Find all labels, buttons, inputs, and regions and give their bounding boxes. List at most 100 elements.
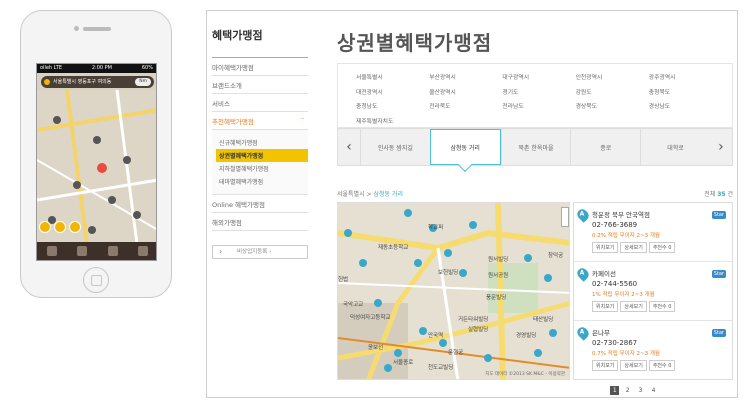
page-3[interactable]: 3: [636, 386, 645, 395]
map-label: 창덕궁: [548, 253, 564, 259]
list-item[interactable]: A 청운정 북부 안국역점 02-766-3689 0.2% 적립 무이자 2~…: [574, 203, 732, 262]
page-2[interactable]: 2: [623, 386, 632, 395]
map-label: 태산빌딩: [533, 317, 554, 323]
region-link[interactable]: 강원도: [576, 87, 649, 99]
breadcrumb-region[interactable]: 서울특별시: [337, 191, 365, 198]
location-pin-icon: [44, 79, 50, 85]
tab-daehakro[interactable]: 대학로: [640, 129, 710, 165]
location-button[interactable]: 위치보기: [592, 301, 619, 312]
breadcrumb: 서울특별시 > 삼청동 거리: [337, 189, 403, 198]
sidebar-sub-new[interactable]: 신규혜택가맹점: [216, 136, 308, 149]
store-actions: 위치보기 상세보기 추천수 0: [592, 360, 732, 371]
list-item[interactable]: A 은나무 02-730-2867 0.7% 적립 무이자 2~3 개월 Sta…: [574, 321, 732, 380]
chevron-left-icon[interactable]: ‹: [338, 129, 360, 165]
tab-samcheongdong[interactable]: 삼청동 거리: [429, 129, 501, 165]
phone-screen: olleh LTE 2:00 PM 60% 서울특별시 영등포구 여의동 Nm: [36, 63, 157, 261]
status-battery: 60%: [141, 65, 153, 71]
region-link[interactable]: 충청남도: [356, 101, 429, 113]
region-link[interactable]: 대전광역시: [356, 87, 429, 99]
region-link[interactable]: 대구광역시: [502, 72, 575, 84]
map-label: 보헌빌딩: [438, 270, 459, 276]
store-benefit: 1% 적립 무이자 2~3 개월: [592, 292, 655, 298]
store-benefit: 0.7% 적립 무이자 2~3 개월: [592, 351, 660, 357]
list-tab-icon[interactable]: [107, 246, 118, 256]
sidebar-sub-theme[interactable]: 테마별혜택가맹점: [216, 175, 308, 188]
zoom-out-icon[interactable]: [39, 221, 51, 233]
store-phone: 02-744-5560: [592, 280, 638, 288]
sidebar-item-service[interactable]: 서비스: [212, 94, 308, 112]
map-label: 국악고교: [343, 302, 364, 308]
store-phone: 02-766-3689: [592, 221, 638, 229]
region-link[interactable]: 광주광역시: [649, 72, 722, 84]
locate-icon[interactable]: [69, 221, 81, 233]
detail-button[interactable]: 상세보기: [620, 360, 647, 371]
tab-jongno[interactable]: 종로: [570, 129, 640, 165]
location-button[interactable]: 위치보기: [592, 242, 619, 253]
total-unit: 건: [727, 191, 733, 198]
map-label: 헌법: [338, 277, 349, 283]
map-label: 천도교빌딩: [428, 365, 454, 371]
map-label: 원서공원: [488, 273, 509, 279]
map-tab-icon[interactable]: [77, 246, 88, 256]
total-label: 전체: [704, 191, 716, 198]
region-link[interactable]: 서울특별시: [356, 72, 429, 84]
sidebar-item-overseas[interactable]: 해외가맹점: [212, 213, 308, 231]
map-label: 운현궁: [448, 350, 464, 356]
tab-bukchon[interactable]: 북촌 한옥마을: [500, 129, 571, 165]
sidebar-sub-district[interactable]: 상권별혜택가맹점: [216, 149, 308, 162]
sidebar-item-brand[interactable]: 브랜드소개: [212, 76, 308, 94]
home-button[interactable]: [83, 267, 109, 293]
region-link[interactable]: 제주특별자치도: [356, 116, 429, 128]
region-link[interactable]: 인천광역시: [576, 72, 649, 84]
page-title: 상권별혜택가맹점: [337, 31, 493, 55]
total-count: 전체 35 건: [704, 189, 733, 198]
breadcrumb-area: 삼청동 거리: [373, 191, 403, 198]
map-label: 재동초등학교: [378, 245, 409, 251]
region-link[interactable]: 전라북도: [429, 101, 502, 113]
speaker-grill: [83, 27, 111, 31]
sidebar-item-online[interactable]: Online 혜택가맹점: [212, 195, 308, 213]
location-button[interactable]: 위치보기: [592, 360, 619, 371]
map-zoom-control[interactable]: [561, 207, 569, 227]
detail-button[interactable]: 상세보기: [620, 242, 647, 253]
recommend-button[interactable]: 추천수 0: [648, 242, 676, 253]
store-phone: 02-730-2867: [592, 339, 638, 347]
list-item[interactable]: A 카페이선 02-744-5560 1% 적립 무이자 2~3 개월 Star…: [574, 262, 732, 321]
page-1[interactable]: 1: [610, 386, 620, 395]
map-label: 안국역: [428, 333, 444, 339]
marker-icon: A: [575, 266, 591, 282]
region-link[interactable]: 경상남도: [649, 101, 722, 113]
region-link[interactable]: 부산광역시: [429, 72, 502, 84]
home-tab-icon[interactable]: [47, 246, 58, 256]
marker-icon: A: [575, 207, 591, 223]
tab-insadong[interactable]: 인사동 쌈지길: [360, 129, 430, 165]
camera-icon: [74, 26, 79, 31]
phone-search-button[interactable]: Nm: [135, 78, 151, 86]
phone-search-bar[interactable]: 서울특별시 영등포구 여의동 Nm: [41, 76, 154, 88]
recommend-button[interactable]: 추천수 0: [648, 301, 676, 312]
map-label: 경영빌딩: [516, 333, 537, 339]
store-map[interactable]: 학교퍼 재동초등학교 원서빌딩 창덕궁 원서공원 보헌빌딩 헌법 풍문빌딩 거든…: [337, 202, 570, 380]
sidebar-register-box[interactable]: 비상업지등록 ›: [212, 245, 308, 259]
zoom-in-icon[interactable]: [54, 221, 66, 233]
sidebar-item-recommended[interactable]: 추천혜택가맹점: [212, 112, 308, 130]
region-link[interactable]: 전라남도: [502, 101, 575, 113]
region-link[interactable]: 충청북도: [649, 87, 722, 99]
store-benefit: 0.2% 적립 무이자 2~3 개월: [592, 233, 660, 239]
sidebar-item-my[interactable]: 마이혜택가맹점: [212, 58, 308, 76]
phone-tab-bar: [37, 242, 156, 260]
sidebar-sub-subway[interactable]: 지하철별혜택가맹점: [216, 162, 308, 175]
region-link[interactable]: 울산광역시: [429, 87, 502, 99]
region-link[interactable]: 경상북도: [576, 101, 649, 113]
screenshot-stage: olleh LTE 2:00 PM 60% 서울특별시 영등포구 여의동 Nm …: [0, 0, 747, 419]
status-time: 2:00 PM: [91, 65, 112, 71]
region-link[interactable]: 경기도: [502, 87, 575, 99]
recommend-button[interactable]: 추천수 0: [648, 360, 676, 371]
chevron-right-icon[interactable]: ›: [710, 129, 732, 165]
star-badge: Star: [711, 329, 726, 337]
map-label: 거든타워빌딩: [458, 317, 489, 323]
detail-button[interactable]: 상세보기: [620, 301, 647, 312]
settings-tab-icon[interactable]: [137, 246, 148, 256]
map-label: 학교퍼: [428, 225, 444, 231]
page-4[interactable]: 4: [649, 386, 658, 395]
